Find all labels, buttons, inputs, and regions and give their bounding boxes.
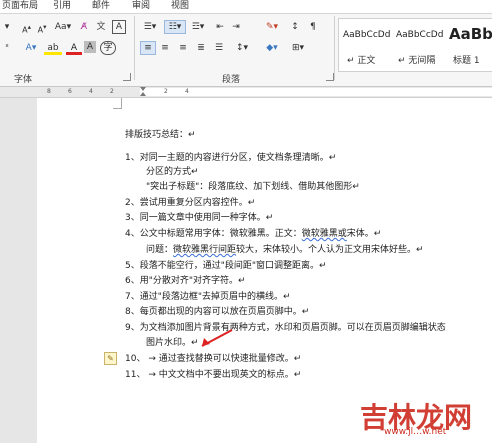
- tab-mailings[interactable]: 邮件: [92, 0, 110, 13]
- enclose-char-icon[interactable]: 字: [100, 41, 116, 55]
- phonetic-guide-icon[interactable]: 文: [94, 20, 108, 34]
- style-name: 标题 1: [453, 56, 480, 66]
- text-effects-icon[interactable]: A▾: [22, 41, 40, 55]
- grow-font-icon[interactable]: A▴: [20, 20, 33, 35]
- style-name: ↵ 正文: [347, 56, 376, 66]
- style-sample: AaBbCcDd: [396, 30, 444, 40]
- asian-layout-icon[interactable]: ✎▾: [262, 20, 282, 34]
- style-sample: AaBbCcDd: [343, 30, 391, 40]
- borders-icon[interactable]: ⊞▾: [288, 41, 308, 55]
- align-right-icon[interactable]: ≡: [176, 41, 190, 55]
- grammar-underlined-text: 微软雅黑或: [301, 229, 347, 239]
- hanging-indent-marker[interactable]: [140, 92, 146, 96]
- list-item: 问题：微软雅黑行间距较大，宋体较小。个人认为正文用宋体好些。↵: [146, 244, 424, 256]
- ribbon: ▾ A▴ A▾ Aa▾ A̸ 文 A ˣ A▾ ab A A 字 字体 ☰▾ ☷…: [0, 14, 492, 87]
- paragraph-group-label: 段落: [222, 75, 241, 85]
- list-item: 7、通过"段落边框"去掉页眉中的横线。↵: [125, 292, 291, 302]
- list-item: 4、公文中标题常用字体：微软雅黑。正文：微软雅黑或宋体。↵: [125, 228, 381, 240]
- list-item: 1、对同一主题的内容进行分区，使文档条理清晰。↵: [125, 153, 337, 163]
- style-sample: AaBb: [449, 25, 492, 43]
- line-spacing-icon[interactable]: ↕▾: [232, 41, 252, 55]
- ribbon-tabs: 页面布局 引用 邮件 审阅 视图: [0, 0, 492, 14]
- text-run: 宋体。↵: [346, 229, 382, 239]
- list-item: 11、 → 中文文档中不要出现英文的标点。↵: [125, 370, 302, 380]
- site-watermark-url: www.jl…w.net: [384, 427, 447, 437]
- text-run: 问题：: [146, 245, 174, 255]
- show-marks-icon[interactable]: ¶: [306, 20, 320, 34]
- list-item: 10、 → 通过查找替换可以快速批量修改。↵: [125, 354, 302, 364]
- list-item: "突出子标题"：段落底纹、加下划线、借助其他图形↵: [146, 182, 360, 192]
- styles-gallery: AaBbCcDd ↵ 正文 AaBbCcDd ↵ 无间隔 AaBb 标题 1: [338, 18, 492, 72]
- font-dropdown-icon[interactable]: ▾: [2, 20, 12, 34]
- list-item: 9、为文档添加图片背景有两种方式，水印和页眉页脚。可以在页眉页脚编辑状态: [125, 323, 446, 333]
- first-line-indent-marker[interactable]: [140, 87, 146, 91]
- shrink-font-icon[interactable]: A▾: [36, 20, 48, 35]
- tab-page-layout[interactable]: 页面布局: [2, 0, 38, 13]
- margin-corner-mark: [113, 108, 122, 109]
- list-item: 3、同一篇文章中使用同一种字体。↵: [125, 213, 274, 223]
- group-divider: [334, 16, 335, 80]
- ruler-text-area: [140, 88, 492, 96]
- tab-review[interactable]: 审阅: [132, 0, 150, 13]
- text-run: 微软雅黑: [229, 229, 266, 239]
- tab-view[interactable]: 视图: [171, 0, 189, 13]
- ruler-number: 2: [110, 88, 114, 95]
- font-group-label: 字体: [14, 75, 33, 85]
- text-run: 4、公文中标题常用字体：: [125, 229, 230, 239]
- align-left-icon[interactable]: ≡: [140, 41, 156, 55]
- paste-options-icon[interactable]: ✎: [104, 352, 117, 365]
- horizontal-ruler[interactable]: 8 6 4 2 2 4: [0, 87, 492, 98]
- group-divider: [134, 16, 135, 80]
- font-dialog-launcher[interactable]: [123, 73, 131, 81]
- style-heading-1[interactable]: AaBb 标题 1: [445, 19, 492, 71]
- superscript-icon[interactable]: ˣ: [2, 41, 12, 55]
- cursor-arrow-icon: [201, 329, 233, 347]
- tab-references[interactable]: 引用: [53, 0, 71, 13]
- decrease-indent-icon[interactable]: ⇤: [214, 20, 226, 34]
- char-border-icon[interactable]: A: [112, 20, 126, 34]
- ruler-number: 8: [47, 88, 51, 95]
- change-case-icon[interactable]: Aa▾: [54, 20, 72, 34]
- numbering-icon[interactable]: ☷▾: [164, 20, 186, 34]
- shading-icon[interactable]: ◆▾: [262, 41, 282, 55]
- increase-indent-icon[interactable]: ⇥: [230, 20, 242, 34]
- highlight-icon[interactable]: ab: [44, 41, 62, 55]
- bullets-icon[interactable]: ☰▾: [140, 20, 160, 34]
- sort-icon[interactable]: ↕: [288, 20, 302, 34]
- paragraph-dialog-launcher[interactable]: [326, 73, 334, 81]
- distribute-icon[interactable]: ☰: [212, 41, 226, 55]
- multilevel-list-icon[interactable]: ☲▾: [188, 20, 208, 34]
- ruler-number: 2: [164, 88, 168, 95]
- justify-icon[interactable]: ≣: [194, 41, 208, 55]
- style-name: ↵ 无间隔: [398, 56, 436, 66]
- clear-format-icon[interactable]: A̸: [78, 20, 90, 34]
- list-item: 8、每页都出现的内容可以放在页眉页脚中。↵: [125, 307, 310, 317]
- style-no-spacing[interactable]: AaBbCcDd ↵ 无间隔: [392, 19, 444, 71]
- font-color-icon[interactable]: A: [66, 41, 82, 55]
- align-center-icon[interactable]: ≡: [158, 41, 172, 55]
- list-item: 分区的方式↵: [146, 167, 199, 177]
- ruler-number: 6: [68, 88, 72, 95]
- list-item: 图片水印。↵: [146, 338, 199, 348]
- ruler-number: 4: [185, 88, 189, 95]
- list-item: 6、用"分散对齐"对齐字符。↵: [125, 276, 246, 286]
- margin-corner-mark: [121, 98, 122, 108]
- style-normal[interactable]: AaBbCcDd ↵ 正文: [339, 19, 391, 71]
- grammar-underlined-text: 微软雅黑行间距: [173, 245, 237, 255]
- document-heading: 排版技巧总结：↵: [125, 130, 196, 140]
- list-item: 2、尝试用重复分区内容控件。↵: [125, 198, 256, 208]
- ruler-number: 4: [89, 88, 93, 95]
- list-item: 5、段落不能空行，通过"段间距"窗口调整距离。↵: [125, 261, 327, 271]
- text-run: 。正文：: [265, 229, 302, 239]
- text-run: 较大，宋体较小。个人认为正文用宋体好些。↵: [236, 245, 424, 255]
- char-shading-icon[interactable]: A: [84, 41, 96, 53]
